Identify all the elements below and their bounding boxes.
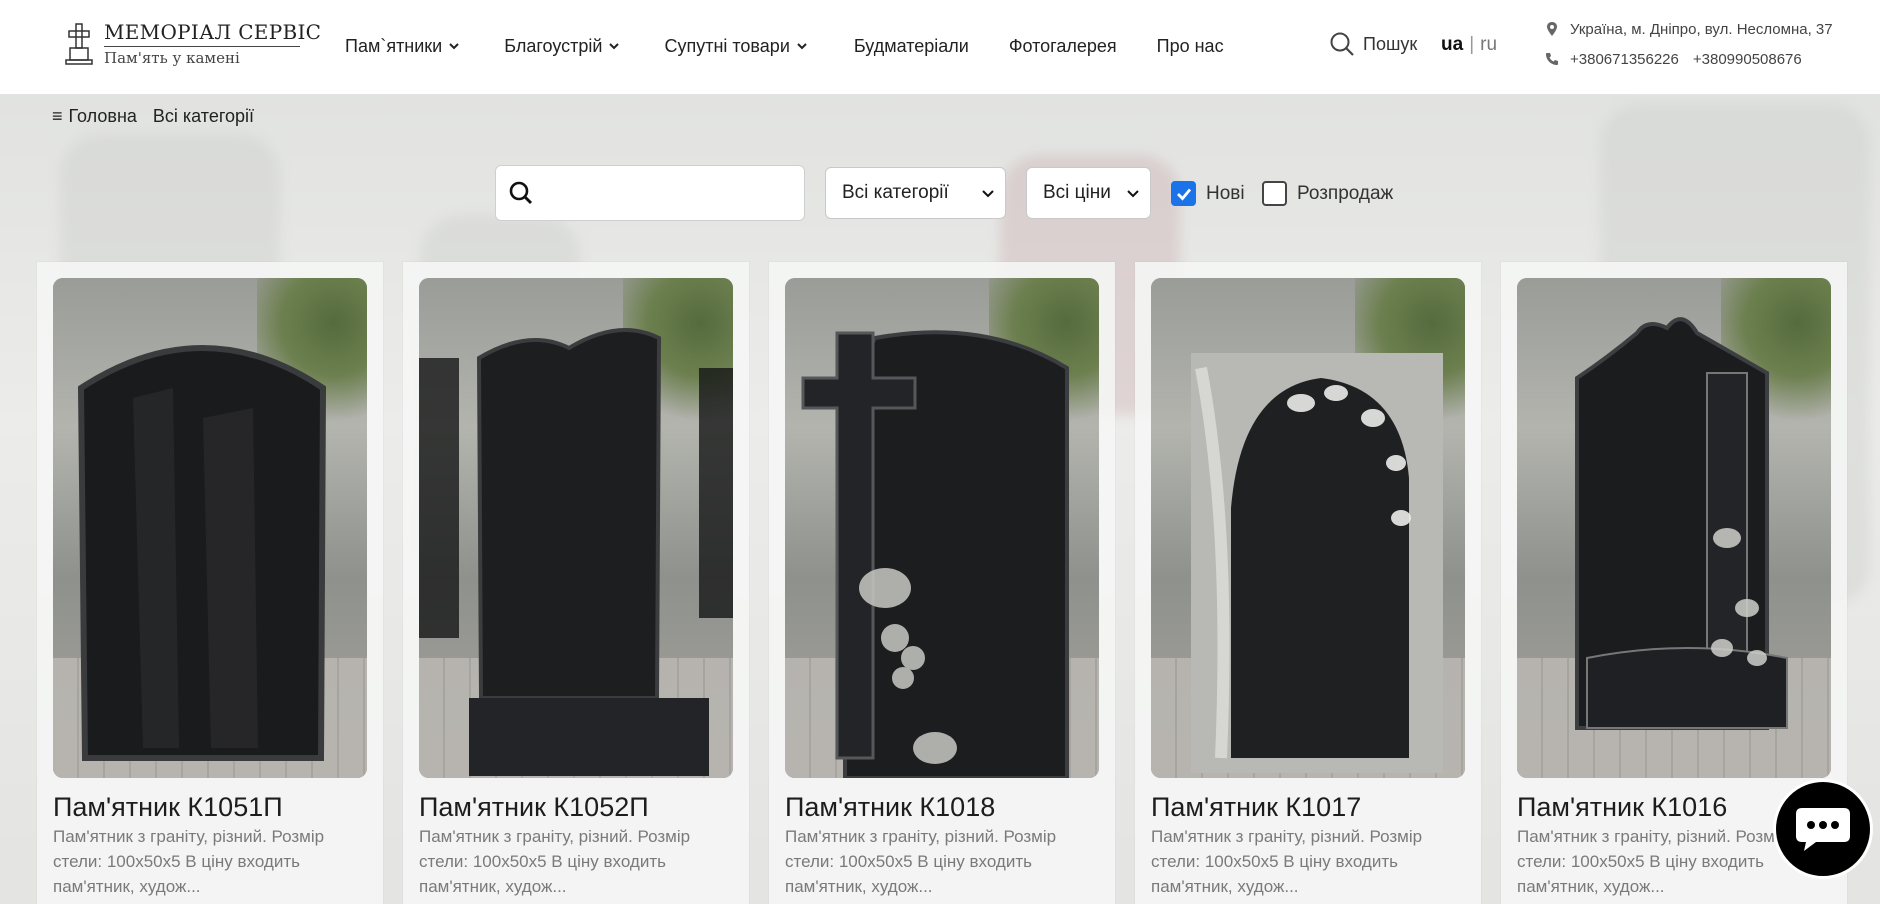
nav-item-label: Про нас xyxy=(1156,35,1224,56)
product-description: Пам'ятник з граніту, різний. Розмір стел… xyxy=(419,827,691,896)
product-title[interactable]: Пам'ятник К1052П xyxy=(419,792,649,823)
chat-button[interactable] xyxy=(1773,779,1873,879)
contacts: Україна, м. Дніпро, вул. Несломна, 37 +3… xyxy=(1544,18,1833,78)
checkbox-unchecked[interactable] xyxy=(1262,181,1287,206)
product-photo[interactable] xyxy=(1517,278,1831,778)
phone-link-1[interactable]: +380671356226 xyxy=(1570,51,1679,68)
site-header: МЕМОРІАЛ СЕРВІС Пам'ять у камені Пам`ятн… xyxy=(0,0,1880,95)
sale-checkbox[interactable]: Розпродаж xyxy=(1262,181,1393,206)
category-select-value: Всі категорії xyxy=(842,182,949,203)
nav-item-building-materials[interactable]: Будматеріали xyxy=(854,36,969,57)
nav-item-monuments[interactable]: Пам`ятники xyxy=(345,36,460,57)
nav-item-label: Будматеріали xyxy=(853,35,969,56)
search-icon xyxy=(1330,32,1354,56)
price-select-value: Всі ціни xyxy=(1043,182,1111,203)
product-title[interactable]: Пам'ятник К1017 xyxy=(1151,792,1361,823)
checkmark-icon xyxy=(1176,188,1191,201)
product-card[interactable]: Пам'ятник К1052П Пам'ятник з граніту, рі… xyxy=(403,262,749,904)
product-description: Пам'ятник з граніту, різний. Розмір стел… xyxy=(785,827,1057,896)
product-title[interactable]: Пам'ятник К1051П xyxy=(53,792,283,823)
phone-link-2[interactable]: +380990508676 xyxy=(1693,51,1802,68)
lang-separator: | xyxy=(1469,34,1475,55)
product-title[interactable]: Пам'ятник К1018 xyxy=(785,792,995,823)
tombstone-cross-icon xyxy=(65,23,93,65)
price-select[interactable]: Всі ціни xyxy=(1026,167,1151,219)
chevron-down-icon xyxy=(449,43,459,50)
language-switcher: ua | ru xyxy=(1441,34,1497,56)
phone-icon xyxy=(1546,53,1558,65)
location-pin-icon xyxy=(1547,22,1557,36)
nav-item-label: Пам`ятники xyxy=(345,35,443,56)
chat-bubble-icon xyxy=(1796,808,1850,851)
breadcrumb-home[interactable]: Головна xyxy=(69,106,137,127)
product-card[interactable]: Пам'ятник К1051П Пам'ятник з граніту, рі… xyxy=(37,262,383,904)
sale-checkbox-label: Розпродаж xyxy=(1297,182,1394,204)
product-photo[interactable] xyxy=(1151,278,1465,778)
category-select[interactable]: Всі категорії xyxy=(825,167,1006,219)
chevron-down-icon xyxy=(797,43,807,50)
search-icon xyxy=(509,181,533,205)
nav-item-gallery[interactable]: Фотогалерея xyxy=(1009,36,1117,57)
product-card[interactable]: Пам'ятник К1018 Пам'ятник з граніту, різ… xyxy=(769,262,1115,904)
search-box[interactable] xyxy=(495,165,805,221)
product-grid: Пам'ятник К1051П Пам'ятник з граніту, рі… xyxy=(37,262,1847,904)
main-nav: Пам`ятники Благоустрій Супутні товари Бу… xyxy=(345,34,1224,58)
monument-image xyxy=(801,330,1069,778)
logo[interactable]: МЕМОРІАЛ СЕРВІС Пам'ять у камені xyxy=(64,20,321,70)
chevron-down-icon xyxy=(609,43,620,50)
lang-ua[interactable]: ua xyxy=(1441,34,1463,55)
checkbox-checked[interactable] xyxy=(1171,181,1196,206)
product-card[interactable]: Пам'ятник К1017 Пам'ятник з граніту, різ… xyxy=(1135,262,1481,904)
breadcrumb-current[interactable]: Всі категорії xyxy=(153,106,254,127)
logo-divider xyxy=(104,46,300,47)
monument-image xyxy=(419,328,733,776)
address-text: Україна, м. Дніпро, вул. Несломна, 37 xyxy=(1570,20,1833,38)
breadcrumb: ≡ Головна Всі категорії xyxy=(52,106,270,127)
product-description: Пам'ятник з граніту, різний. Розмір стел… xyxy=(1517,827,1789,896)
nav-item-label: Фотогалерея xyxy=(1008,35,1117,56)
product-photo[interactable] xyxy=(785,278,1099,778)
chevron-down-icon xyxy=(982,190,994,198)
nav-item-about[interactable]: Про нас xyxy=(1157,36,1224,57)
new-checkbox[interactable]: Нові xyxy=(1171,181,1245,206)
monument-image xyxy=(77,345,327,761)
nav-item-related-goods[interactable]: Супутні товари xyxy=(664,36,807,57)
logo-subtitle: Пам'ять у камені xyxy=(104,49,240,67)
nav-item-label: Благоустрій xyxy=(504,35,603,56)
header-search-button[interactable]: Пошук xyxy=(1329,31,1417,57)
nav-item-landscaping[interactable]: Благоустрій xyxy=(504,36,620,57)
product-description: Пам'ятник з граніту, різний. Розмір стел… xyxy=(1151,827,1423,896)
search-label: Пошук xyxy=(1363,33,1418,54)
logo-title: МЕМОРІАЛ СЕРВІС xyxy=(104,20,322,44)
monument-image xyxy=(1575,317,1788,730)
product-description: Пам'ятник з граніту, різний. Розмір стел… xyxy=(53,827,325,896)
new-checkbox-label: Нові xyxy=(1206,182,1245,204)
monument-image xyxy=(1191,353,1443,773)
lang-ru[interactable]: ru xyxy=(1480,34,1497,55)
product-photo[interactable] xyxy=(53,278,367,778)
nav-item-label: Супутні товари xyxy=(664,35,790,56)
chevron-down-icon xyxy=(1127,190,1139,198)
product-title[interactable]: Пам'ятник К1016 xyxy=(1517,792,1727,823)
product-photo[interactable] xyxy=(419,278,733,778)
search-input[interactable] xyxy=(544,182,784,204)
menu-icon[interactable]: ≡ xyxy=(52,106,63,127)
